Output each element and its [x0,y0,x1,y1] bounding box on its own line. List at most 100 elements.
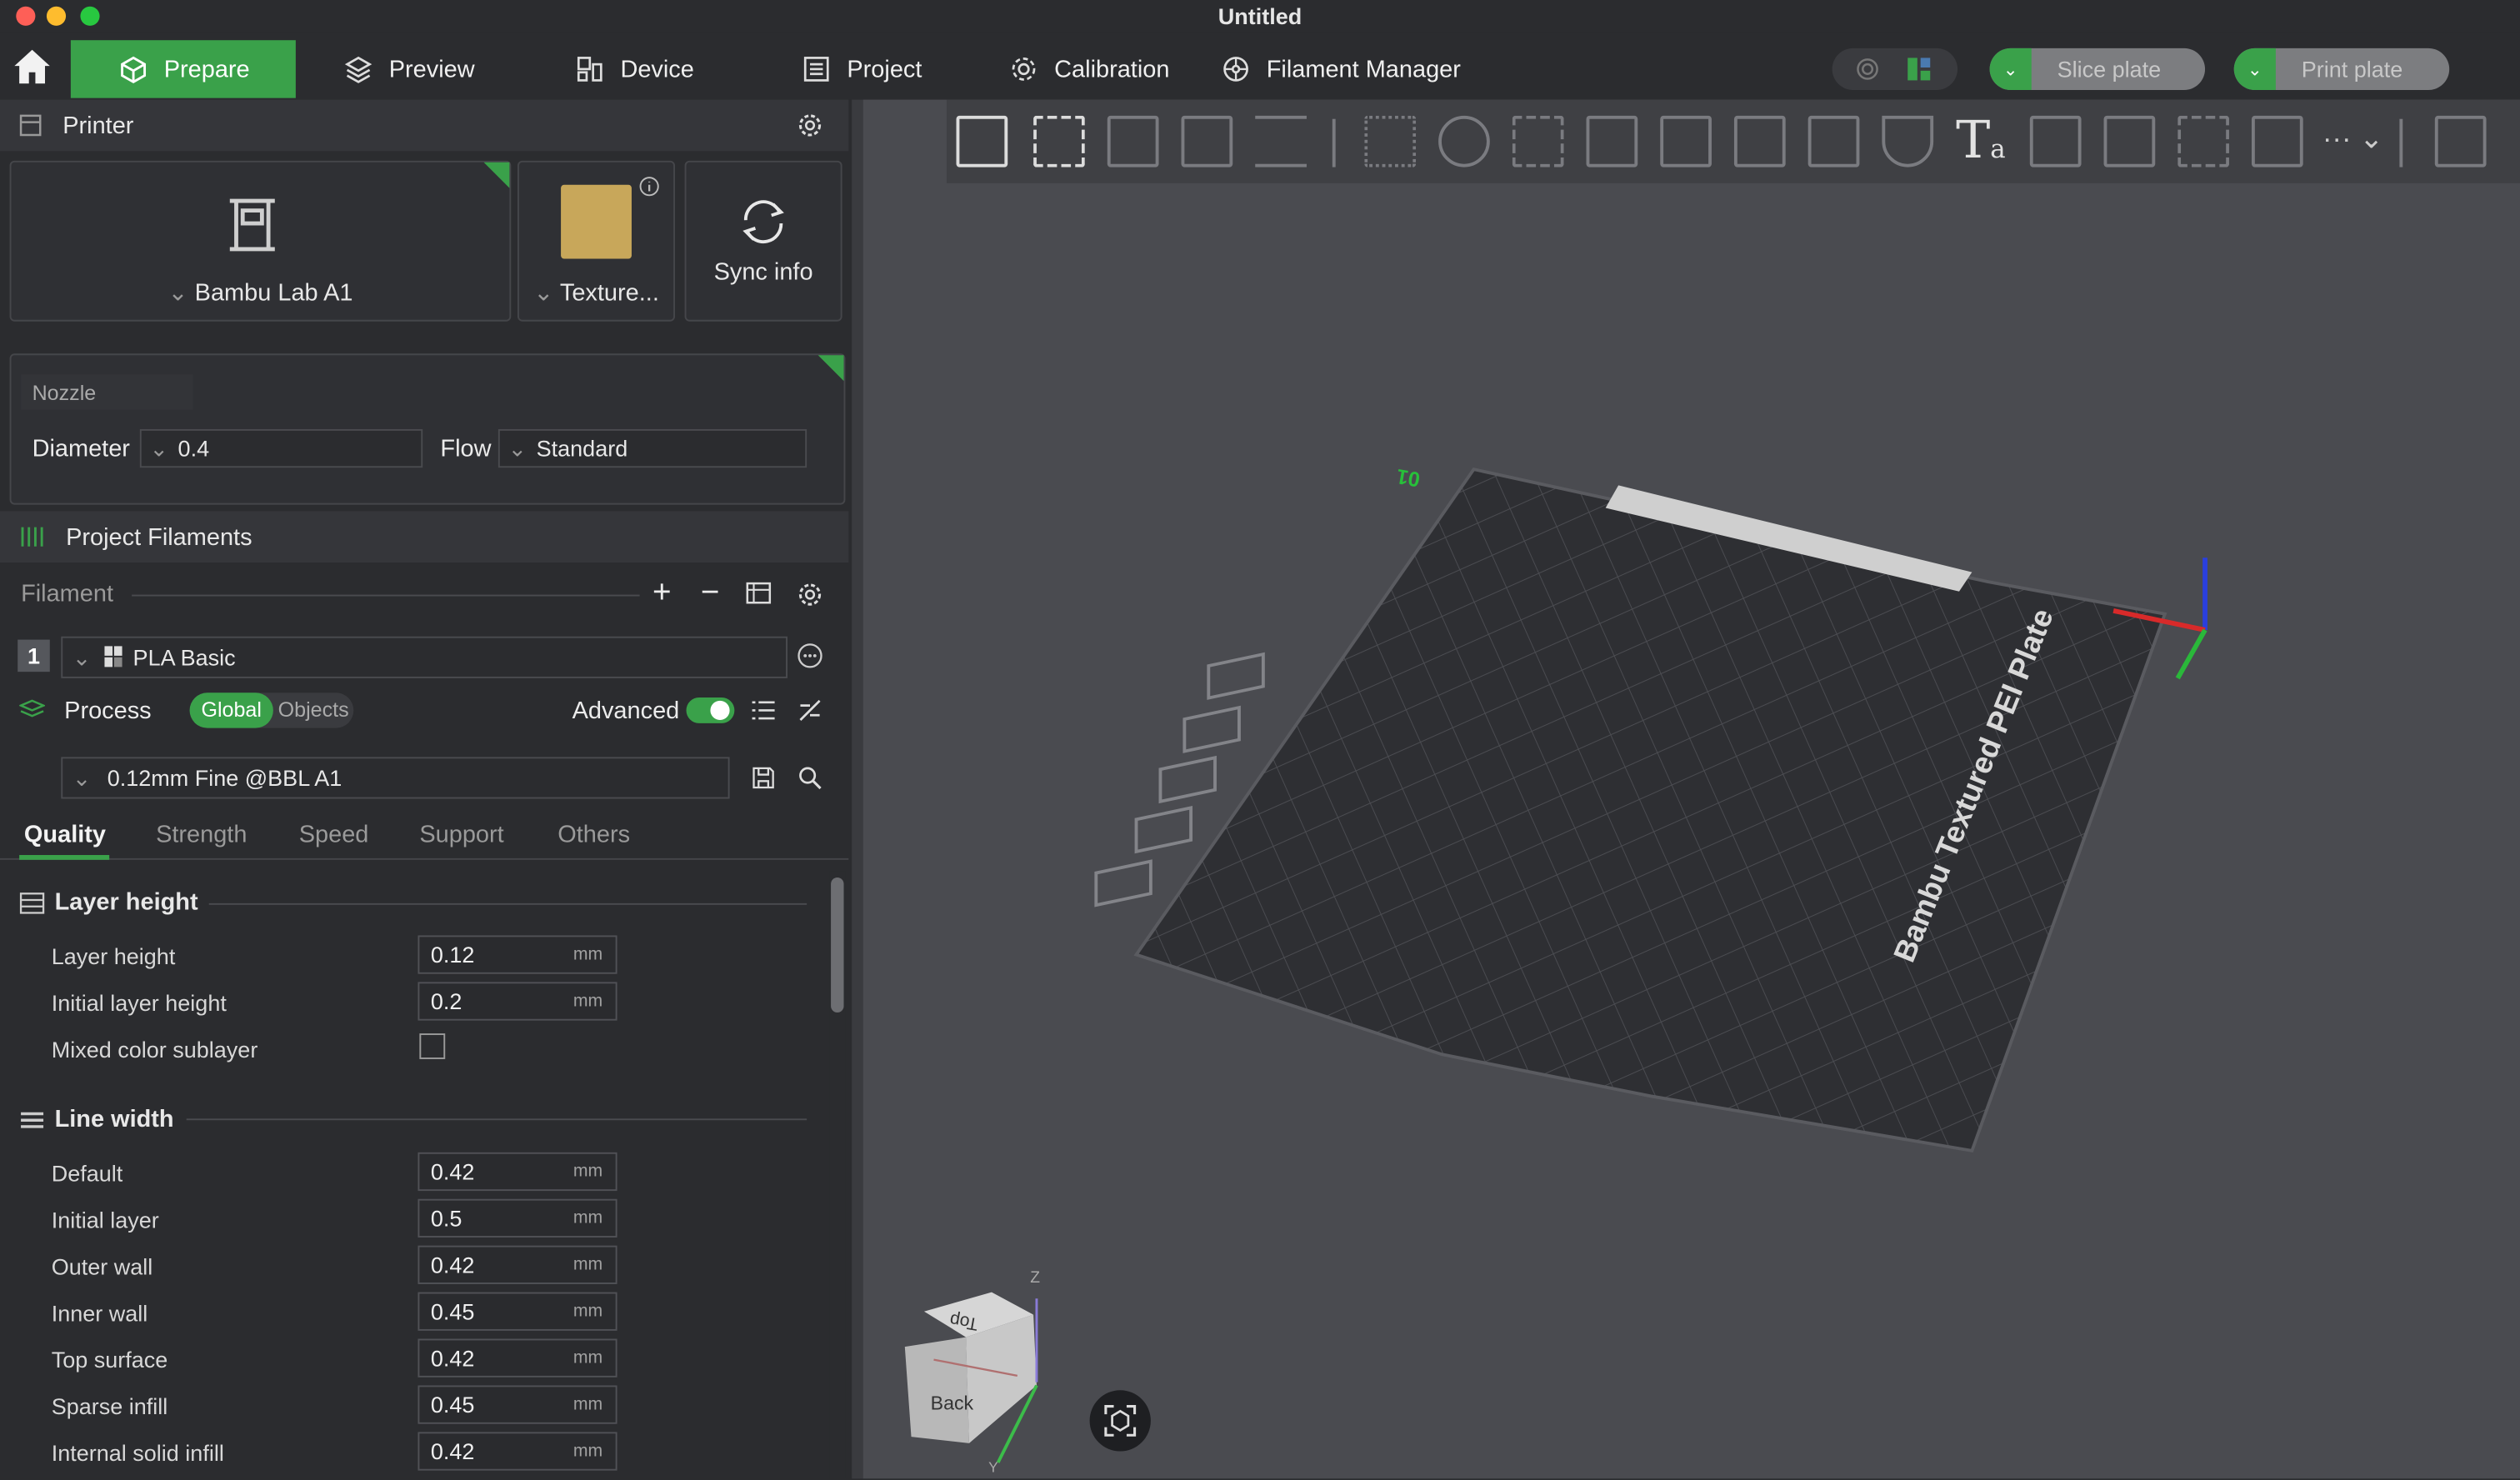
tab-support[interactable]: Support [419,822,503,849]
sync-info-button[interactable]: Sync info [684,160,842,322]
save-icon[interactable] [751,765,777,791]
top-navigation: Prepare Preview Device Project Calibrati… [0,32,2520,100]
mixed-color-sublayer-checkbox[interactable] [419,1033,446,1059]
top-surface-label: Top surface [51,1347,168,1373]
sparse-infill-label: Sparse infill [51,1393,168,1419]
project-filaments-label: Project Filaments [66,522,252,551]
tab-preview[interactable]: Preview [344,40,475,98]
tab-quality[interactable]: Quality [24,822,106,849]
tab-device[interactable]: Device [575,40,694,98]
printer-section-header: Printer [0,99,849,152]
printer-header-label: Printer [62,112,134,139]
view-mode-toggle[interactable] [1832,48,1958,91]
tab-prepare[interactable]: Prepare [70,40,296,98]
left-sidebar: Printer ⌄ Bambu Lab A1 ⌄ Texture... Sync… [0,99,852,1479]
home-button[interactable] [10,45,58,90]
filament-select[interactable]: ⌄ PLA Basic [61,636,788,678]
process-preset-name: 0.12mm Fine @BBL A1 [107,765,342,791]
chevron-down-icon[interactable]: ⌄ [2233,48,2276,91]
process-tabs: Quality Strength Speed Support Others [0,820,849,860]
build-plate-scene [1094,467,2208,1153]
filament-sync-icon[interactable] [746,582,775,608]
y-axis [2175,628,2208,680]
settings-scrollbar[interactable] [829,871,846,1479]
slice-plate-button[interactable]: ⌄ Slice plate [1989,48,2206,91]
advanced-label: Advanced [572,698,680,725]
process-header: Process Global Objects Advanced [0,687,848,735]
chevron-down-icon[interactable]: ⌄ [1989,48,2032,91]
sparse-infill-input[interactable]: 0.45 mm [418,1385,618,1424]
line-width-icon [21,1111,44,1128]
process-label: Process [64,698,152,725]
printer-select-card[interactable]: ⌄ Bambu Lab A1 [9,160,512,322]
tab-device-label: Device [620,55,694,83]
view-cube[interactable]: Top Back Z Y [902,1270,1040,1475]
filament-icon [21,527,43,547]
filament-settings-gear-icon[interactable] [798,582,823,608]
divider [186,1118,808,1121]
compare-icon[interactable] [798,698,823,723]
tab-project-label: Project [847,55,922,83]
more-options-icon[interactable] [796,642,825,671]
spiral-icon [1857,58,1878,80]
diameter-label: Diameter [32,435,130,463]
info-icon[interactable] [638,175,661,198]
tab-filament-manager[interactable]: Filament Manager [1222,40,1461,98]
title-bar: Untitled [0,0,2520,32]
view-cube-back-label[interactable]: Back [931,1392,973,1414]
tab-project[interactable]: Project [802,40,922,98]
line-width-group-header: Line width [19,1106,174,1133]
filament-spool-icon [1223,57,1248,82]
plate-thumbnail [561,184,632,259]
print-plate-label: Print plate [2301,56,2403,82]
selected-corner-badge [483,162,510,188]
flow-label: Flow [440,435,492,463]
tab-calibration[interactable]: Calibration [1009,40,1169,98]
outer-wall-input[interactable]: 0.42 mm [418,1245,618,1284]
tab-others[interactable]: Others [558,822,630,849]
printer-settings-gear-icon[interactable] [798,112,823,138]
nozzle-label: Nozzle [21,374,193,410]
internal-solid-infill-input[interactable]: 0.42 mm [418,1432,618,1471]
tab-strength[interactable]: Strength [156,822,247,849]
build-plate[interactable] [1133,467,2168,1153]
add-filament-button[interactable]: + [652,575,672,612]
plate-name: ⌄ Texture... [533,279,659,308]
window-title: Untitled [1218,2,1302,29]
initial-layer-line-width-input[interactable]: 0.5 mm [418,1198,618,1238]
print-plate-button[interactable]: ⌄ Print plate [2233,48,2450,91]
filament-index-badge: 1 [18,639,50,672]
list-view-icon[interactable] [751,698,777,723]
diameter-select[interactable]: ⌄ 0.4 [139,428,423,468]
default-line-width-input[interactable]: 0.42 mm [418,1152,618,1192]
3d-viewport[interactable]: Ta ··· ⌄ Bambu Textured PEI Plate 01 Top… [862,99,2520,1479]
filament-name: PLA Basic [132,644,236,671]
plate-type-card[interactable]: ⌄ Texture... [518,160,676,322]
app-window: Untitled Prepare Preview Device Project … [0,0,2520,1479]
top-surface-input[interactable]: 0.42 mm [418,1338,618,1378]
home-icon [14,49,50,84]
scrollbar-thumb[interactable] [831,878,844,1013]
layer-height-label: Layer height [51,943,176,969]
tab-filament-manager-label: Filament Manager [1266,55,1461,83]
process-layers-icon [19,699,46,718]
axis-z-label: Z [1030,1269,1041,1288]
tab-speed[interactable]: Speed [299,822,369,849]
inner-wall-input[interactable]: 0.45 mm [418,1292,618,1331]
advanced-switch[interactable] [686,698,735,723]
layer-height-input[interactable]: 0.12 mm [418,935,618,974]
remove-filament-button[interactable]: − [701,575,720,612]
global-objects-toggle[interactable]: Global Objects [189,692,354,728]
global-option[interactable]: Global [189,692,273,728]
flow-select[interactable]: ⌄ Standard [498,428,808,468]
initial-layer-height-input[interactable]: 0.2 mm [418,982,618,1021]
filament-label: Filament [21,580,114,608]
outer-wall-label: Outer wall [51,1253,153,1280]
fit-view-button[interactable] [1089,1390,1151,1452]
panel-splitter[interactable] [852,99,863,1479]
selected-corner-badge [818,355,844,382]
search-icon[interactable] [798,765,823,791]
process-preset-select[interactable]: ⌄ 0.12mm Fine @BBL A1 [61,757,730,799]
layout-icon [1908,58,1931,81]
objects-option[interactable]: Objects [278,692,349,728]
